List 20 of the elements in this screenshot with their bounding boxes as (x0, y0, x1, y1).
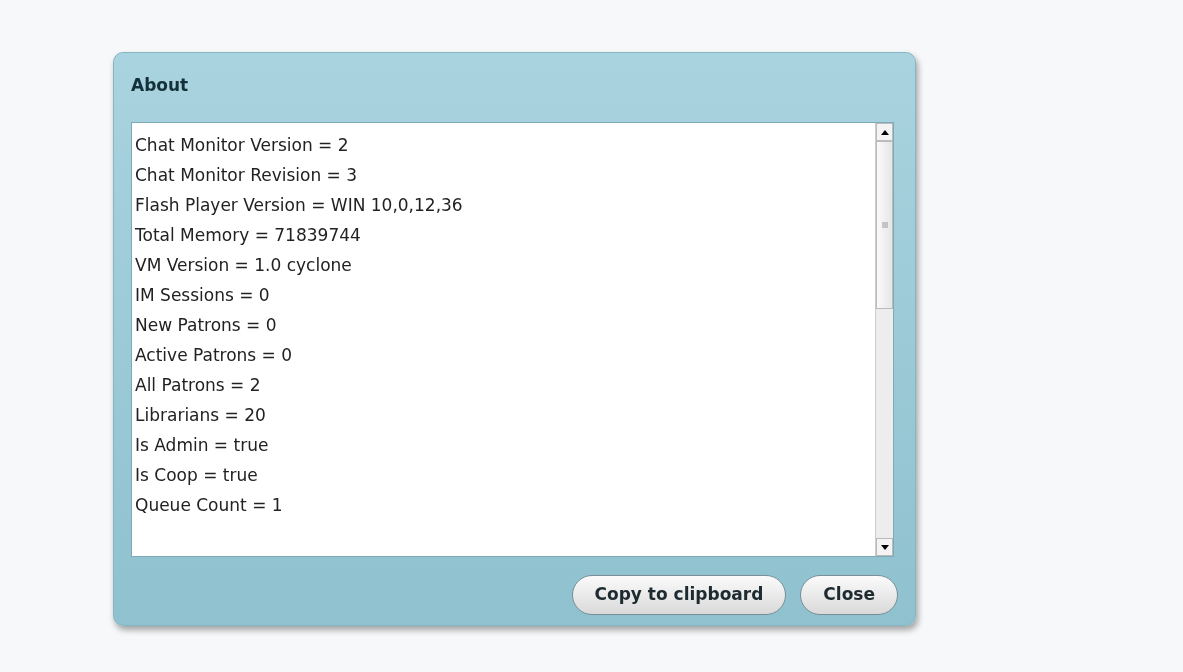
info-line: Chat Monitor Version = 2 (135, 134, 349, 158)
info-line: All Patrons = 2 (135, 374, 261, 398)
info-line: Is Coop = true (135, 464, 258, 488)
info-line: Active Patrons = 0 (135, 344, 293, 368)
info-line: Flash Player Version = WIN 10,0,12,36 (135, 194, 463, 218)
copy-button[interactable]: Copy to clipboard (571, 575, 787, 615)
info-line: Total Memory = 71839744 (135, 224, 361, 248)
info-line: New Patrons = 0 (135, 314, 277, 338)
info-line: Is Admin = true (135, 434, 269, 458)
close-button[interactable]: Close (800, 575, 898, 615)
scroll-up-icon[interactable] (876, 123, 893, 142)
info-line: Chat Monitor Revision = 3 (135, 164, 358, 188)
info-line: IM Sessions = 0 (135, 284, 270, 308)
dialog-title: About (131, 74, 189, 97)
scrollbar[interactable] (875, 123, 893, 556)
info-line: VM Version = 1.0 cyclone (135, 254, 352, 278)
info-line: Librarians = 20 (135, 404, 266, 428)
info-line: Queue Count = 1 (135, 494, 283, 518)
scroll-down-icon[interactable] (876, 538, 893, 556)
scroll-thumb[interactable] (876, 141, 893, 310)
